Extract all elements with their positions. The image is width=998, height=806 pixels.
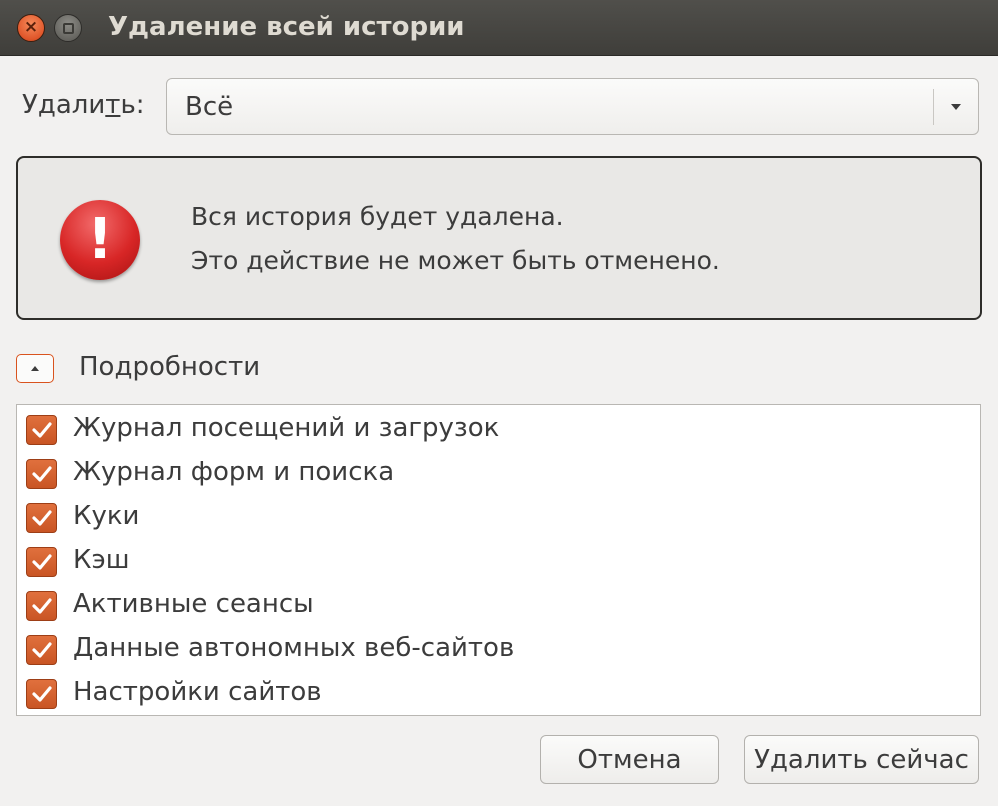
time-range-dropdown[interactable]: Всё	[166, 78, 979, 135]
checkbox[interactable]	[26, 547, 57, 577]
list-item[interactable]: Данные автономных веб-сайтов	[17, 627, 980, 671]
list-item[interactable]: Журнал посещений и загрузок	[17, 407, 980, 451]
checkmark-icon	[31, 686, 52, 702]
list-item-label: Настройки сайтов	[73, 677, 322, 707]
checkmark-icon	[31, 554, 52, 570]
dropdown-separator	[933, 89, 934, 125]
list-item-label: Журнал форм и поиска	[73, 457, 395, 487]
checkmark-icon	[31, 466, 52, 482]
cancel-button[interactable]: Отмена	[540, 735, 719, 784]
warning-panel: ! Вся история будет удалена. Это действи…	[16, 156, 982, 320]
checkmark-icon	[31, 510, 52, 526]
list-item-label: Кэш	[73, 545, 130, 575]
minimize-window-button[interactable]	[54, 14, 82, 42]
list-item[interactable]: Куки	[17, 495, 980, 539]
delete-now-button[interactable]: Удалить сейчас	[744, 735, 979, 784]
details-label[interactable]: Подробности	[79, 352, 260, 382]
checkmark-icon	[31, 598, 52, 614]
window-title: Удаление всей истории	[108, 12, 465, 42]
checkbox[interactable]	[26, 635, 57, 665]
checkbox[interactable]	[26, 459, 57, 489]
exclamation-icon: !	[60, 200, 140, 280]
warning-text-line-1: Вся история будет удалена.	[191, 202, 564, 231]
close-icon: ×	[23, 17, 39, 37]
warning-text-line-2: Это действие не может быть отменено.	[191, 246, 720, 275]
list-item-label: Куки	[73, 501, 140, 531]
range-label: Удалить:	[22, 90, 145, 120]
history-items-list: Журнал посещений и загрузок Журнал форм …	[16, 404, 981, 716]
time-range-value: Всё	[185, 92, 234, 122]
checkmark-icon	[31, 642, 52, 658]
list-item-label: Данные автономных веб-сайтов	[73, 633, 515, 663]
list-item[interactable]: Журнал форм и поиска	[17, 451, 980, 495]
list-item[interactable]: Настройки сайтов	[17, 671, 980, 715]
checkbox[interactable]	[26, 591, 57, 621]
list-item-label: Журнал посещений и загрузок	[73, 413, 500, 443]
minimize-icon	[62, 22, 74, 34]
chevron-down-icon	[951, 104, 961, 110]
checkbox[interactable]	[26, 415, 57, 445]
details-expander-button[interactable]	[16, 354, 54, 383]
chevron-up-icon	[31, 366, 39, 371]
checkmark-icon	[31, 422, 52, 438]
list-item[interactable]: Кэш	[17, 539, 980, 583]
list-item[interactable]: Активные сеансы	[17, 583, 980, 627]
checkbox[interactable]	[26, 679, 57, 709]
list-item-label: Активные сеансы	[73, 589, 314, 619]
checkbox[interactable]	[26, 503, 57, 533]
close-window-button[interactable]: ×	[17, 14, 45, 42]
title-bar: × Удаление всей истории	[0, 0, 998, 56]
